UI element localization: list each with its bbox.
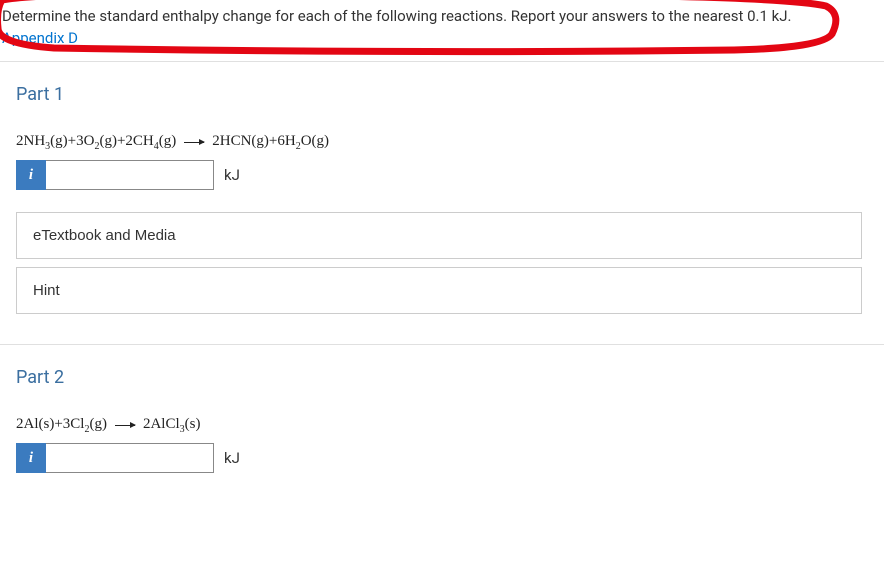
equation-reactants: 2Al(s)+3Cl2(g) (16, 416, 107, 435)
equation-reactants: 2NH3(g)+3O2(g)+2CH4(g) (16, 133, 176, 152)
unit-label: kJ (224, 166, 240, 184)
hint-button[interactable]: Hint (16, 267, 862, 314)
part-2-section: Part 2 2Al(s)+3Cl2(g) 2AlCl3(s) i kJ (0, 345, 884, 507)
part-1-equation: 2NH3(g)+3O2(g)+2CH4(g) 2HCN(g)+6H2O(g) (8, 133, 884, 152)
part-1-section: Part 1 2NH3(g)+3O2(g)+2CH4(g) 2HCN(g)+6H… (0, 62, 884, 345)
part-2-answer-input[interactable] (46, 443, 214, 473)
part-1-answer-row: i kJ (8, 160, 884, 190)
part-1-title: Part 1 (8, 84, 884, 105)
reaction-arrow-icon (115, 425, 135, 426)
prompt-text: Determine the standard enthalpy change f… (2, 6, 876, 27)
question-header: Determine the standard enthalpy change f… (0, 0, 884, 62)
etextbook-button[interactable]: eTextbook and Media (16, 212, 862, 259)
part-2-equation: 2Al(s)+3Cl2(g) 2AlCl3(s) (8, 416, 884, 435)
unit-label: kJ (224, 449, 240, 467)
appendix-link[interactable]: Appendix D (2, 29, 78, 47)
info-button[interactable]: i (16, 443, 46, 473)
part-2-title: Part 2 (8, 367, 884, 388)
part-2-answer-row: i kJ (8, 443, 884, 473)
equation-products: 2HCN(g)+6H2O(g) (212, 133, 329, 152)
info-button[interactable]: i (16, 160, 46, 190)
part-1-answer-input[interactable] (46, 160, 214, 190)
reaction-arrow-icon (184, 142, 204, 143)
equation-products: 2AlCl3(s) (143, 416, 201, 435)
